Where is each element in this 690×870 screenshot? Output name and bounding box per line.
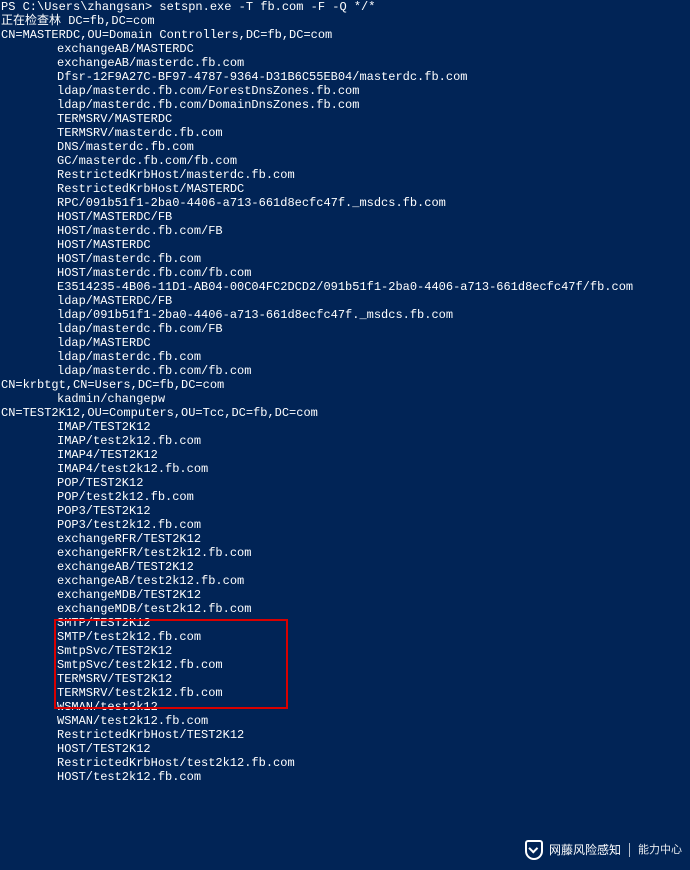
watermark-brand: 网藤风险感知 <box>549 843 621 857</box>
spn-entry: HOST/MASTERDC/FB <box>1 210 689 224</box>
spn-entry: TERMSRV/MASTERDC <box>1 112 689 126</box>
prompt-line: PS C:\Users\zhangsan> setspn.exe -T fb.c… <box>1 0 689 14</box>
spn-entry: ldap/masterdc.fb.com/DomainDnsZones.fb.c… <box>1 98 689 112</box>
watermark-sub: 能力中心 <box>638 843 682 857</box>
spn-entry: RestrictedKrbHost/MASTERDC <box>1 182 689 196</box>
spn-entry: SMTP/TEST2K12 <box>1 616 689 630</box>
spn-entry: SmtpSvc/TEST2K12 <box>1 644 689 658</box>
spn-entry: TERMSRV/TEST2K12 <box>1 672 689 686</box>
powershell-console[interactable]: PS C:\Users\zhangsan> setspn.exe -T fb.c… <box>0 0 690 784</box>
spn-entry: exchangeAB/MASTERDC <box>1 42 689 56</box>
spn-entry: exchangeMDB/TEST2K12 <box>1 588 689 602</box>
spn-entry: POP/TEST2K12 <box>1 476 689 490</box>
spn-entry: RestrictedKrbHost/TEST2K12 <box>1 728 689 742</box>
spn-entry: POP3/TEST2K12 <box>1 504 689 518</box>
spn-entry: TERMSRV/test2k12.fb.com <box>1 686 689 700</box>
spn-entry: IMAP4/TEST2K12 <box>1 448 689 462</box>
spn-entry: HOST/masterdc.fb.com <box>1 252 689 266</box>
spn-entry: WSMAN/test2k12.fb.com <box>1 714 689 728</box>
watermark: 网藤风险感知 能力中心 <box>525 840 682 860</box>
spn-entry: POP3/test2k12.fb.com <box>1 518 689 532</box>
spn-entry: ldap/masterdc.fb.com/FB <box>1 322 689 336</box>
spn-entry: GC/masterdc.fb.com/fb.com <box>1 154 689 168</box>
spn-entry: SmtpSvc/test2k12.fb.com <box>1 658 689 672</box>
spn-entry: exchangeAB/test2k12.fb.com <box>1 574 689 588</box>
spn-entry: exchangeRFR/TEST2K12 <box>1 532 689 546</box>
spn-entry: RPC/091b51f1-2ba0-4406-a713-661d8ecfc47f… <box>1 196 689 210</box>
spn-entry: DNS/masterdc.fb.com <box>1 140 689 154</box>
spn-entry: exchangeMDB/test2k12.fb.com <box>1 602 689 616</box>
spn-entry: E3514235-4B06-11D1-AB04-00C04FC2DCD2/091… <box>1 280 689 294</box>
cn-header: CN=krbtgt,CN=Users,DC=fb,DC=com <box>1 378 689 392</box>
spn-entry: HOST/TEST2K12 <box>1 742 689 756</box>
spn-entry: POP/test2k12.fb.com <box>1 490 689 504</box>
spn-entry: RestrictedKrbHost/test2k12.fb.com <box>1 756 689 770</box>
spn-entry: HOST/test2k12.fb.com <box>1 770 689 784</box>
shield-icon <box>525 840 543 860</box>
spn-entry: exchangeRFR/test2k12.fb.com <box>1 546 689 560</box>
spn-entry: HOST/masterdc.fb.com/FB <box>1 224 689 238</box>
spn-entry: RestrictedKrbHost/masterdc.fb.com <box>1 168 689 182</box>
status-line: 正在检查林 DC=fb,DC=com <box>1 14 689 28</box>
spn-entry: ldap/masterdc.fb.com/fb.com <box>1 364 689 378</box>
cn-header: CN=TEST2K12,OU=Computers,OU=Tcc,DC=fb,DC… <box>1 406 689 420</box>
cn-header: CN=MASTERDC,OU=Domain Controllers,DC=fb,… <box>1 28 689 42</box>
spn-entry: SMTP/test2k12.fb.com <box>1 630 689 644</box>
spn-entry: ldap/091b51f1-2ba0-4406-a713-661d8ecfc47… <box>1 308 689 322</box>
spn-entry: WSMAN/test2k12 <box>1 700 689 714</box>
spn-entry: HOST/MASTERDC <box>1 238 689 252</box>
spn-entry: ldap/masterdc.fb.com/ForestDnsZones.fb.c… <box>1 84 689 98</box>
spn-entry: ldap/MASTERDC <box>1 336 689 350</box>
spn-entry: IMAP4/test2k12.fb.com <box>1 462 689 476</box>
spn-entry: Dfsr-12F9A27C-BF97-4787-9364-D31B6C55EB0… <box>1 70 689 84</box>
spn-entry: ldap/masterdc.fb.com <box>1 350 689 364</box>
spn-entry: TERMSRV/masterdc.fb.com <box>1 126 689 140</box>
spn-entry: exchangeAB/TEST2K12 <box>1 560 689 574</box>
spn-entry: IMAP/TEST2K12 <box>1 420 689 434</box>
spn-entry: ldap/MASTERDC/FB <box>1 294 689 308</box>
spn-entry: exchangeAB/masterdc.fb.com <box>1 56 689 70</box>
spn-entry: HOST/masterdc.fb.com/fb.com <box>1 266 689 280</box>
spn-entry: kadmin/changepw <box>1 392 689 406</box>
spn-entry: IMAP/test2k12.fb.com <box>1 434 689 448</box>
